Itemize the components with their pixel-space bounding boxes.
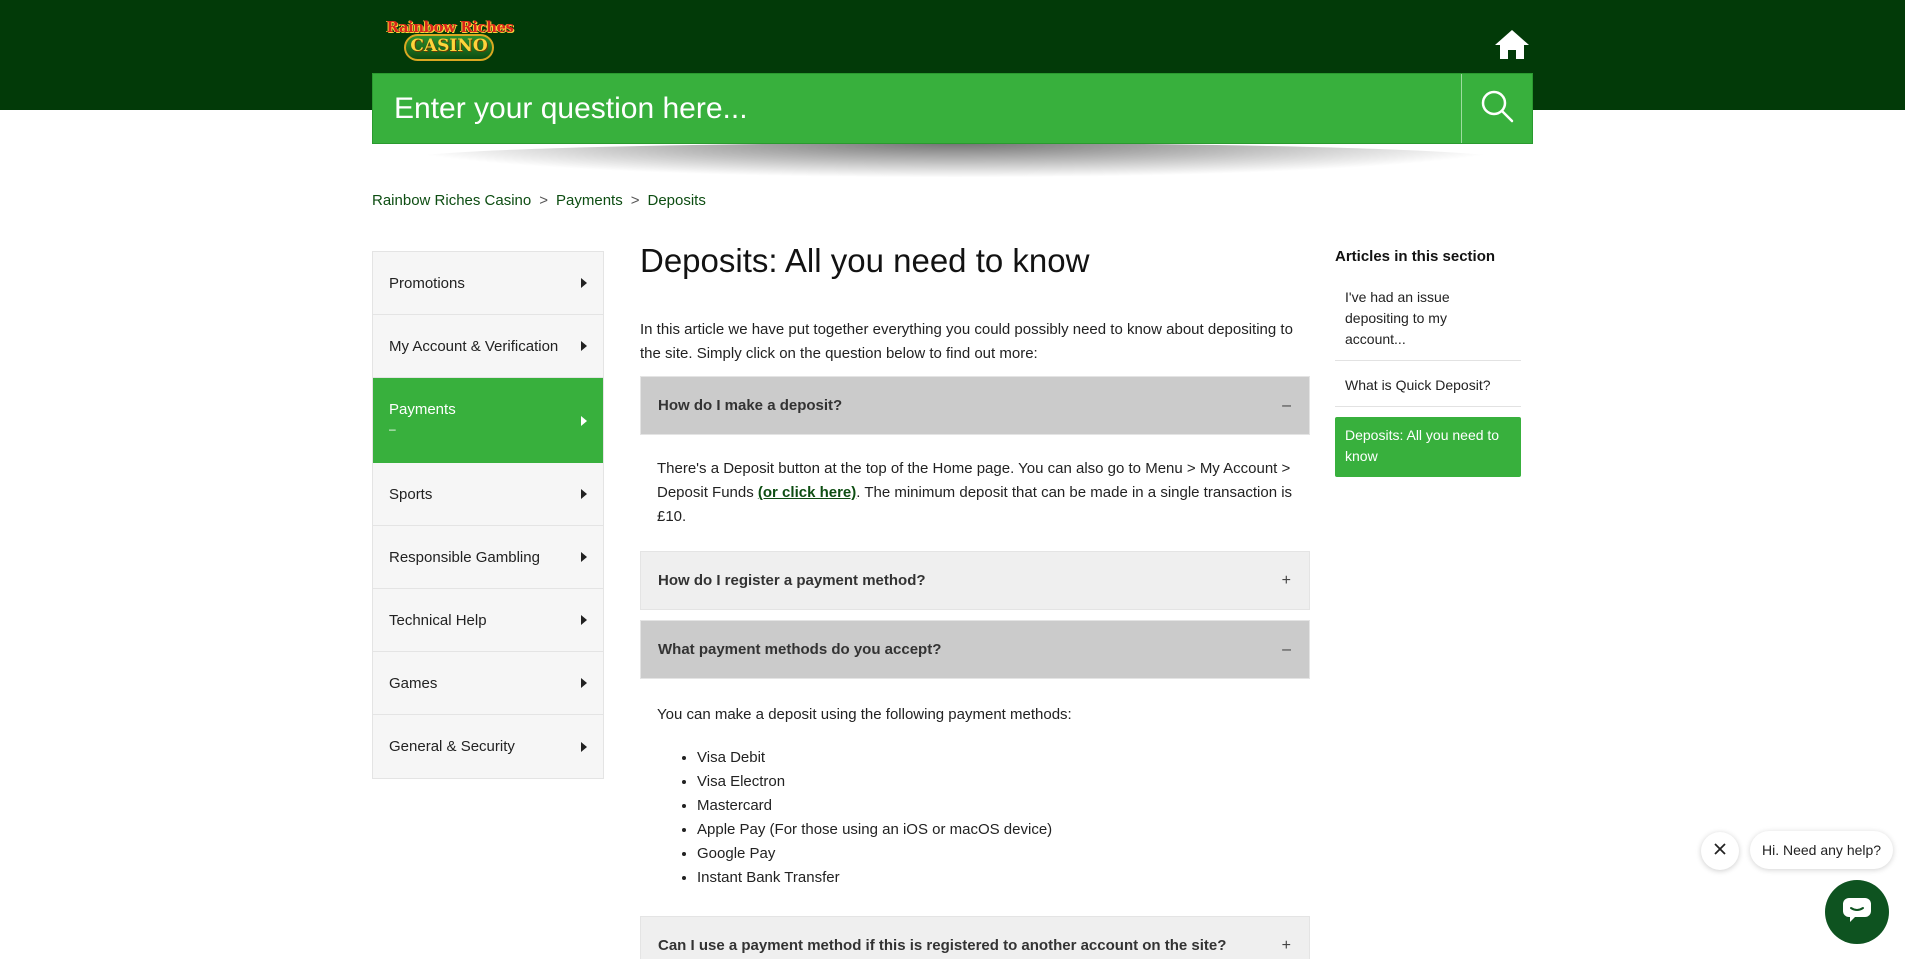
breadcrumb-separator: >	[539, 192, 549, 209]
search-icon	[1480, 89, 1514, 128]
article-link[interactable]: I've had an issue depositing to my accou…	[1335, 279, 1521, 361]
page-title: Deposits: All you need to know	[640, 242, 1090, 279]
expand-icon: +	[1281, 571, 1291, 589]
chevron-right-icon	[581, 552, 587, 562]
articles-heading: Articles in this section	[1335, 248, 1496, 265]
article-link[interactable]: What is Quick Deposit?	[1335, 361, 1521, 407]
sidebar-item-label: My Account & Verification	[389, 337, 559, 355]
sidebar-item-label: General & Security	[389, 738, 515, 755]
chat-icon	[1842, 897, 1872, 928]
chevron-right-icon	[581, 415, 587, 426]
sidebar-item-label: Responsible Gambling	[389, 548, 540, 566]
brand-logo[interactable]: Rainbow Riches CASINO	[372, 16, 528, 64]
sidebar-item-my-account[interactable]: My Account & Verification	[373, 315, 603, 378]
list-item: Visa Electron	[697, 770, 1293, 794]
home-icon[interactable]	[1493, 28, 1531, 60]
breadcrumb-deposits[interactable]: Deposits	[647, 192, 705, 209]
article-main: Deposits: All you need to know In this a…	[640, 241, 1310, 959]
list-item: Apple Pay (For those using an iOS or mac…	[697, 818, 1293, 842]
logo-wordmark: Rainbow Riches	[386, 18, 514, 36]
accordion-answer: There's a Deposit button at the top of t…	[640, 435, 1310, 541]
chat-close-button[interactable]	[1701, 832, 1739, 870]
collapse-icon: –	[1282, 396, 1291, 414]
search-shadow	[400, 143, 1510, 177]
chevron-right-icon	[581, 615, 587, 625]
click-here-link[interactable]: (or click here)	[758, 484, 856, 501]
sidebar-item-technical-help[interactable]: Technical Help	[373, 589, 603, 652]
sidebar-item-label: Payments	[389, 401, 456, 418]
breadcrumb-home[interactable]: Rainbow Riches Casino	[372, 192, 531, 209]
sidebar-item-responsible-gambling[interactable]: Responsible Gambling	[373, 526, 603, 589]
accordion-question: How do I make a deposit?	[658, 397, 843, 414]
chat-prompt-bubble[interactable]: Hi. Need any help?	[1750, 831, 1894, 869]
accordion-question: How do I register a payment method?	[658, 572, 926, 589]
search-input[interactable]	[373, 74, 1461, 143]
payment-methods-list: Visa Debit Visa Electron Mastercard Appl…	[697, 746, 1293, 890]
list-item: Visa Debit	[697, 746, 1293, 770]
sidebar-item-sub: –	[389, 422, 396, 436]
category-sidebar: Promotions My Account & Verification Pay…	[372, 251, 604, 779]
accordion-other-account[interactable]: Can I use a payment method if this is re…	[640, 916, 1310, 959]
sidebar-item-sports[interactable]: Sports	[373, 463, 603, 526]
search-button[interactable]	[1461, 74, 1532, 143]
expand-icon: +	[1281, 936, 1291, 954]
accordion-answer: You can make a deposit using the followi…	[640, 679, 1310, 902]
search-bar	[372, 73, 1533, 144]
chevron-right-icon	[581, 341, 587, 351]
list-item: Mastercard	[697, 794, 1293, 818]
list-item: Instant Bank Transfer	[697, 866, 1293, 890]
accordion-payment-methods[interactable]: What payment methods do you accept? –	[640, 620, 1310, 679]
article-link-current[interactable]: Deposits: All you need to know	[1335, 417, 1521, 477]
chevron-right-icon	[581, 678, 587, 688]
accordion-make-deposit[interactable]: How do I make a deposit? –	[640, 376, 1310, 435]
chevron-right-icon	[581, 741, 587, 752]
sidebar-item-label: Technical Help	[389, 611, 487, 629]
breadcrumb: Rainbow Riches Casino > Payments > Depos…	[372, 192, 706, 209]
sidebar-item-games[interactable]: Games	[373, 652, 603, 715]
close-icon	[1714, 842, 1726, 860]
sidebar-item-general-security[interactable]: General & Security	[373, 715, 603, 778]
chevron-right-icon	[581, 489, 587, 499]
sidebar-item-payments[interactable]: Payments –	[373, 378, 603, 463]
article-intro: In this article we have put together eve…	[640, 321, 1293, 362]
accordion-register-payment[interactable]: How do I register a payment method? +	[640, 551, 1310, 610]
accordion-question: What payment methods do you accept?	[658, 641, 942, 658]
articles-in-section: Articles in this section I've had an iss…	[1335, 248, 1521, 477]
accordion-question: Can I use a payment method if this is re…	[658, 937, 1227, 954]
breadcrumb-payments[interactable]: Payments	[556, 192, 623, 209]
logo-casino-text: CASINO	[410, 36, 488, 56]
list-item: Google Pay	[697, 842, 1293, 866]
collapse-icon: –	[1282, 640, 1291, 658]
breadcrumb-separator: >	[630, 192, 640, 209]
sidebar-item-label: Sports	[389, 485, 433, 503]
answer-text: You can make a deposit using the followi…	[657, 706, 1072, 723]
chat-launcher-button[interactable]	[1825, 880, 1889, 944]
sidebar-item-label: Games	[389, 674, 438, 692]
sidebar-item-promotions[interactable]: Promotions	[373, 252, 603, 315]
chevron-right-icon	[581, 278, 587, 288]
sidebar-item-label: Promotions	[389, 274, 465, 292]
